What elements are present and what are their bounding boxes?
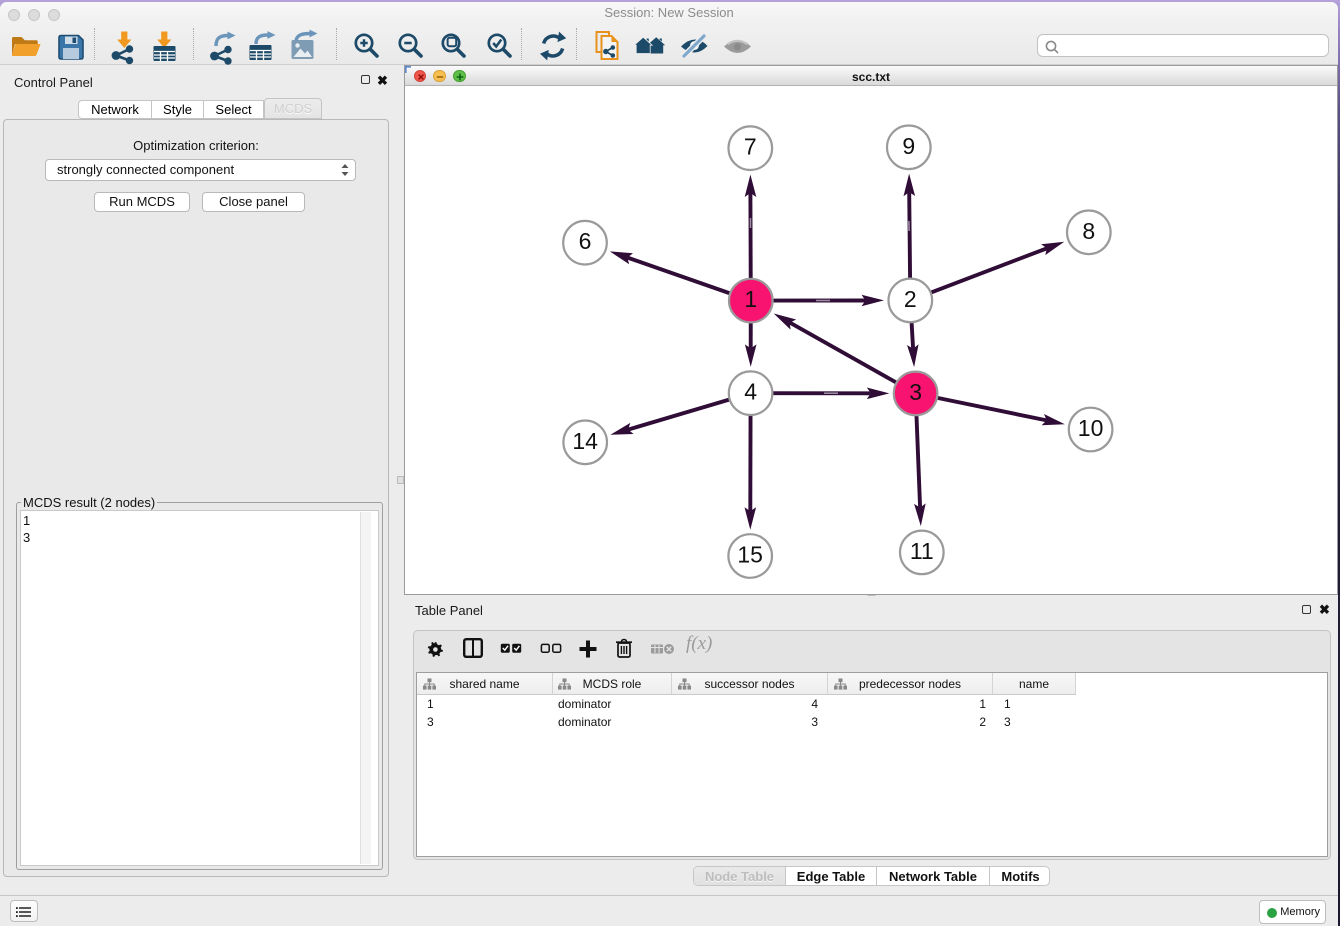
svg-text:9: 9 xyxy=(902,133,915,159)
svg-text:1: 1 xyxy=(744,286,757,312)
svg-text:15: 15 xyxy=(737,542,763,568)
svg-text:3: 3 xyxy=(909,379,922,405)
svg-text:14: 14 xyxy=(572,428,598,454)
svg-text:4: 4 xyxy=(744,379,757,405)
svg-text:10: 10 xyxy=(1078,415,1104,441)
svg-text:11: 11 xyxy=(910,538,934,564)
svg-text:6: 6 xyxy=(579,228,592,254)
svg-text:8: 8 xyxy=(1082,218,1095,244)
svg-text:7: 7 xyxy=(744,134,757,160)
svg-text:2: 2 xyxy=(904,286,917,312)
